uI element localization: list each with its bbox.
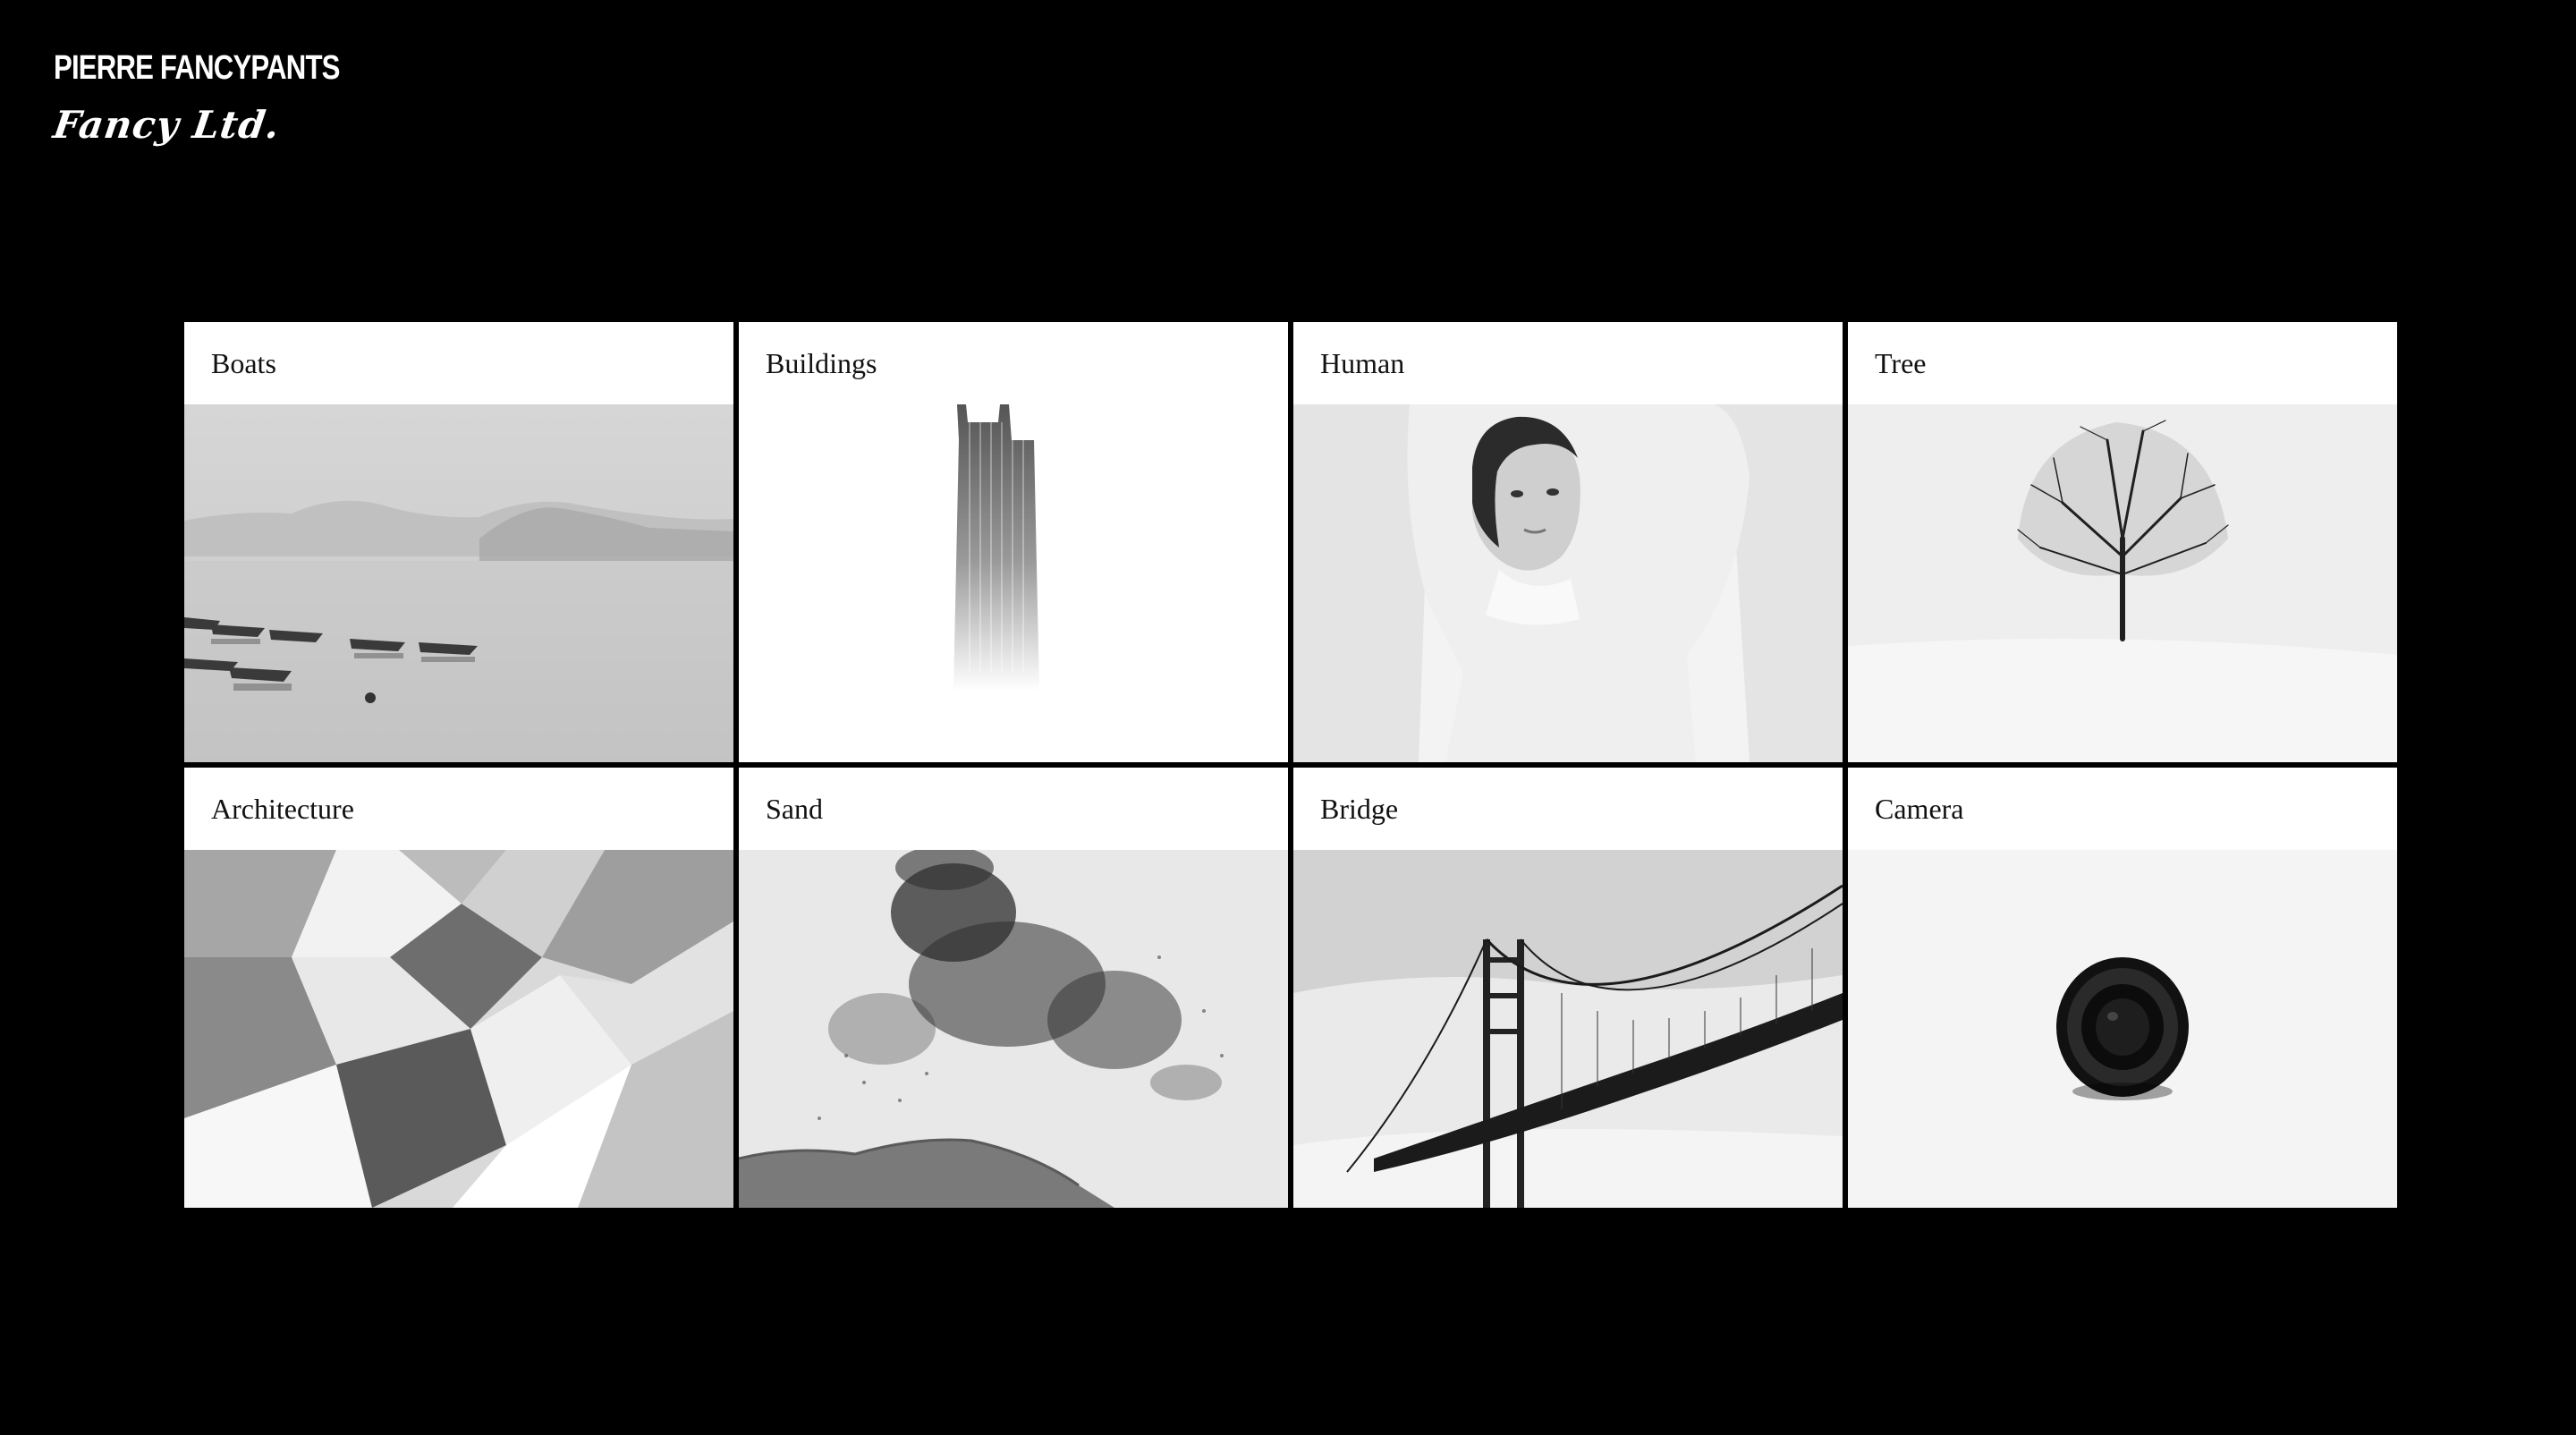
card-title: Human — [1320, 346, 1405, 379]
photo-bridge — [1293, 850, 1843, 1208]
card-title: Boats — [211, 346, 276, 379]
site-title[interactable]: PIERRE FANCYPANTS — [54, 47, 340, 89]
photo-sand — [739, 850, 1288, 1208]
gallery-card-bridge[interactable]: Bridge — [1293, 768, 1843, 1208]
card-title: Sand — [766, 792, 823, 825]
card-title: Buildings — [766, 346, 877, 379]
gallery-card-tree[interactable]: Tree — [1848, 322, 2397, 762]
gallery-grid: Boats Buildings Human Tree Architecture … — [184, 322, 2397, 1208]
photo-architecture — [184, 850, 733, 1208]
photo-buildings — [739, 404, 1288, 762]
card-title: Tree — [1875, 346, 1927, 379]
brand-logo[interactable]: Fancy Ltd. — [50, 98, 406, 152]
card-title: Camera — [1875, 792, 1964, 825]
photo-human — [1293, 404, 1843, 762]
photo-boats — [184, 404, 733, 762]
gallery-card-buildings[interactable]: Buildings — [739, 322, 1288, 762]
brand[interactable]: PIERRE FANCYPANTS Fancy Ltd. — [51, 47, 402, 152]
gallery-card-architecture[interactable]: Architecture — [184, 768, 733, 1208]
card-title: Architecture — [211, 792, 354, 825]
photo-tree — [1848, 404, 2397, 762]
card-title: Bridge — [1320, 792, 1399, 825]
gallery-card-sand[interactable]: Sand — [739, 768, 1288, 1208]
gallery-card-camera[interactable]: Camera — [1848, 768, 2397, 1208]
gallery-card-human[interactable]: Human — [1293, 322, 1843, 762]
gallery-card-boats[interactable]: Boats — [184, 322, 733, 762]
photo-camera — [1848, 850, 2397, 1208]
